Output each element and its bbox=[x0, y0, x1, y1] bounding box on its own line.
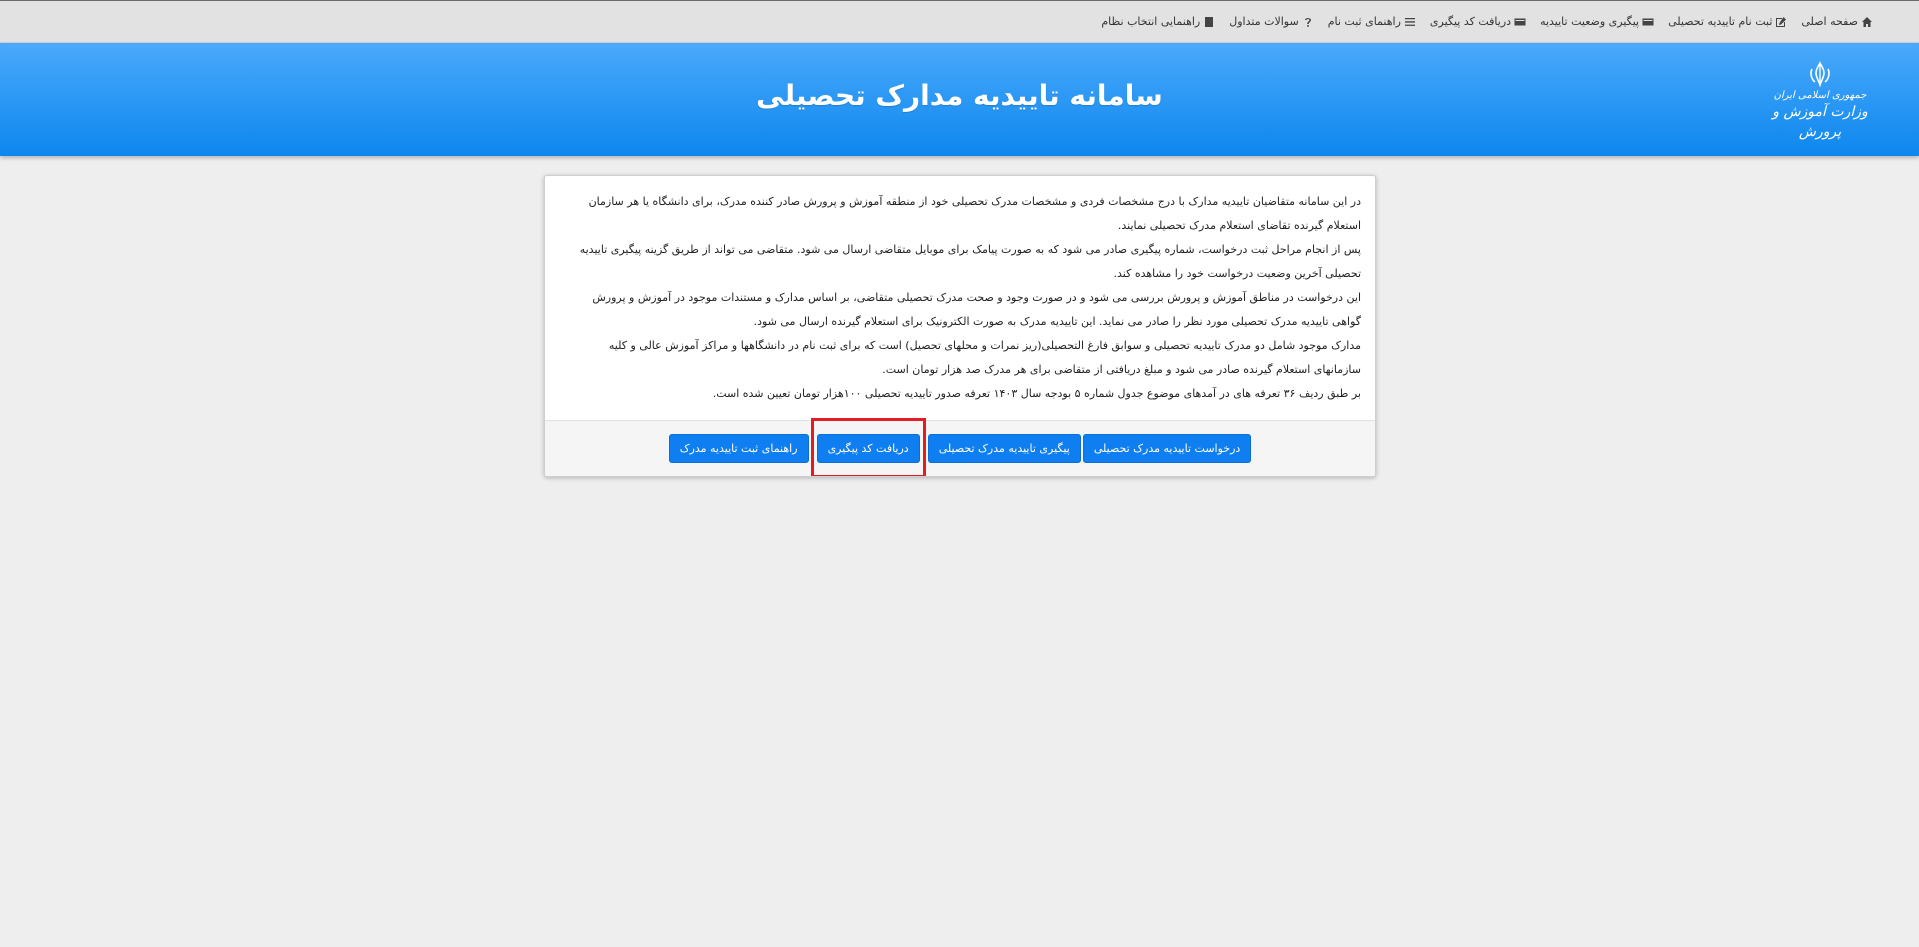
nav-item-label: صفحه اصلی bbox=[1801, 15, 1858, 28]
register-guide-button[interactable]: راهنمای ثبت تاییدیه مدرک bbox=[668, 434, 809, 463]
get-code-highlight: دریافت کد پیگیری bbox=[810, 418, 926, 476]
info-paragraph: این درخواست در مناطق آموزش و پرورش بررسی… bbox=[592, 291, 1361, 328]
nav-item-home[interactable]: صفحه اصلی bbox=[1801, 15, 1873, 28]
get-tracking-code-button[interactable]: دریافت کد پیگیری bbox=[816, 434, 920, 463]
edit-icon bbox=[1776, 16, 1787, 27]
page-header: جمهوری اسلامی ایران وزارت آموزش و پرورش … bbox=[0, 43, 1919, 156]
nav-item-system-guide[interactable]: راهنمایی انتخاب نظام bbox=[1101, 15, 1215, 28]
nav-item-faq[interactable]: سوالات متداول bbox=[1229, 15, 1313, 28]
card-icon bbox=[1642, 18, 1654, 25]
page-title: سامانه تاییدیه مدارک تحصیلی bbox=[756, 79, 1163, 112]
info-card-footer: درخواست تاییدیه مدرک تحصیلی پیگیری تایید… bbox=[545, 418, 1375, 476]
nav-item-label: راهنمای ثبت نام bbox=[1327, 15, 1401, 28]
nav-item-label: پیگیری وضعیت تاییدیه bbox=[1540, 15, 1640, 28]
nav-item-label: سوالات متداول bbox=[1229, 15, 1299, 28]
home-icon bbox=[1862, 16, 1872, 27]
question-icon bbox=[1304, 17, 1311, 27]
list-icon bbox=[1404, 17, 1415, 26]
info-paragraph: در این سامانه متقاضیان تاییدیه مدارک با … bbox=[588, 195, 1361, 232]
info-card: در این سامانه متقاضیان تاییدیه مدارک با … bbox=[544, 175, 1376, 477]
nav-item-get-code[interactable]: دریافت کد پیگیری bbox=[1430, 15, 1526, 28]
book-icon bbox=[1205, 16, 1214, 27]
top-navbar: صفحه اصلی ثبت نام تاییدیه تحصیلی پیگیری … bbox=[0, 0, 1919, 43]
nav-item-register[interactable]: ثبت نام تاییدیه تحصیلی bbox=[1668, 15, 1787, 28]
nav-item-label: ثبت نام تاییدیه تحصیلی bbox=[1668, 15, 1773, 28]
card-icon bbox=[1514, 18, 1526, 25]
info-card-body: در این سامانه متقاضیان تاییدیه مدارک با … bbox=[545, 176, 1375, 422]
info-paragraph: بر طبق ردیف ۳۶ تعرفه های در آمدهای موضوع… bbox=[712, 387, 1361, 400]
info-paragraph: مدارک موجود شامل دو مدرک تاییدیه تحصیلی … bbox=[608, 339, 1361, 376]
track-certificate-button[interactable]: پیگیری تاییدیه مدرک تحصیلی bbox=[927, 434, 1081, 463]
nav-item-label: راهنمایی انتخاب نظام bbox=[1101, 15, 1201, 28]
nav-item-register-guide[interactable]: راهنمای ثبت نام bbox=[1328, 15, 1416, 28]
nav-item-track-status[interactable]: پیگیری وضعیت تاییدیه bbox=[1540, 15, 1654, 28]
info-paragraph: پس از انجام مراحل ثبت درخواست، شماره پیگ… bbox=[579, 243, 1361, 280]
request-certificate-button[interactable]: درخواست تاییدیه مدرک تحصیلی bbox=[1082, 434, 1252, 463]
nav-item-label: دریافت کد پیگیری bbox=[1429, 15, 1512, 28]
